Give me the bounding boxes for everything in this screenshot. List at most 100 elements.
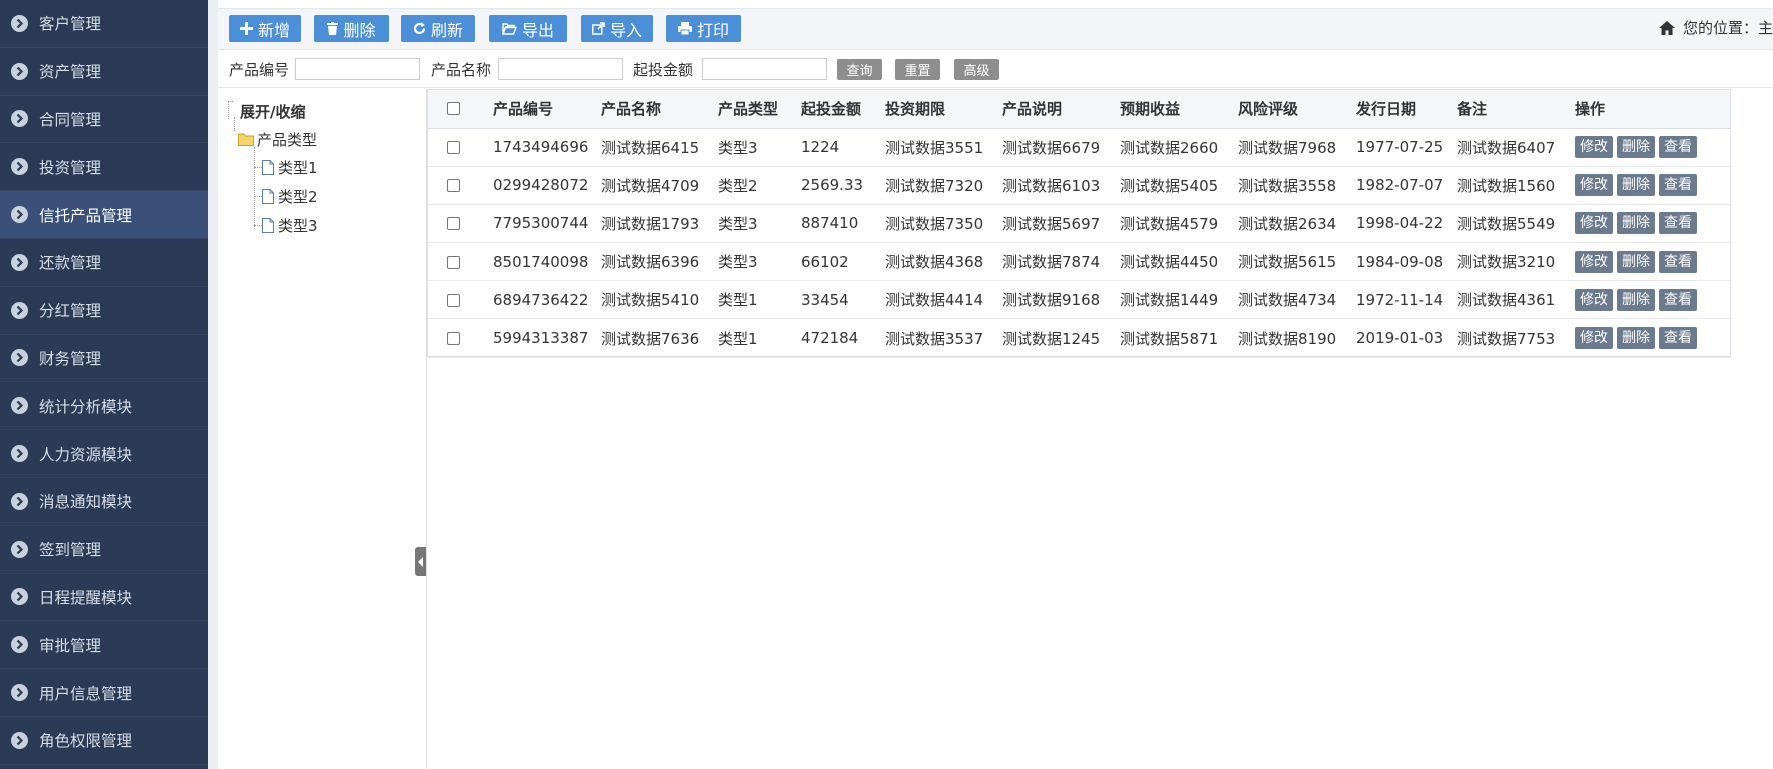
delete-row-button[interactable]: 删除 bbox=[1617, 212, 1655, 235]
table-row[interactable]: 8501740098 测试数据6396 类型3 66102 测试数据4368 测试数据78… bbox=[427, 242, 1731, 282]
table-cell: 测试数据3537 bbox=[879, 318, 996, 358]
row-checkbox[interactable] bbox=[447, 217, 460, 231]
edit-button[interactable]: 修改 bbox=[1575, 174, 1613, 197]
row-checkbox[interactable] bbox=[447, 255, 460, 269]
sidebar-item[interactable]: 人力资源模块 bbox=[0, 430, 208, 478]
sidebar-item[interactable]: 签到管理 bbox=[0, 526, 208, 574]
column-header[interactable]: 产品名称 bbox=[595, 89, 712, 129]
row-checkbox[interactable] bbox=[447, 141, 460, 155]
column-header[interactable]: 产品说明 bbox=[996, 89, 1114, 129]
sidebar-item[interactable]: 用户信息管理 bbox=[0, 669, 208, 717]
reset-button[interactable]: 重置 bbox=[895, 59, 940, 80]
sidebar-item[interactable]: 合同管理 bbox=[0, 96, 208, 144]
view-button[interactable]: 查看 bbox=[1659, 288, 1697, 311]
chevron-circle-right-icon bbox=[11, 540, 28, 558]
delete-row-button[interactable]: 删除 bbox=[1617, 174, 1655, 197]
sidebar-item[interactable]: 角色权限管理 bbox=[0, 717, 208, 765]
tree-node-label: 类型3 bbox=[278, 217, 318, 235]
sidebar-item-label: 合同管理 bbox=[39, 110, 102, 129]
tree-line bbox=[254, 147, 255, 229]
min-amount-input[interactable] bbox=[702, 58, 827, 80]
delete-row-button[interactable]: 删除 bbox=[1617, 136, 1655, 159]
edit-button[interactable]: 修改 bbox=[1575, 327, 1613, 350]
sidebar-item-label: 消息通知模块 bbox=[39, 493, 133, 512]
sidebar-item[interactable]: 审批管理 bbox=[0, 621, 208, 670]
refresh-button[interactable]: 刷新 bbox=[401, 15, 475, 42]
folder-open-icon bbox=[501, 22, 517, 35]
view-button[interactable]: 查看 bbox=[1659, 212, 1697, 235]
tree-node-product-type[interactable]: 产品类型 bbox=[238, 129, 317, 150]
column-header[interactable]: 投资期限 bbox=[879, 89, 996, 129]
column-header[interactable]: 备注 bbox=[1451, 89, 1569, 129]
table-cell: 1224 bbox=[795, 128, 879, 167]
tree-line bbox=[228, 101, 229, 119]
product-name-input[interactable] bbox=[498, 58, 623, 80]
sidebar-item[interactable]: 消息通知模块 bbox=[0, 478, 208, 526]
add-button[interactable]: 新增 bbox=[229, 15, 301, 42]
view-button[interactable]: 查看 bbox=[1659, 174, 1697, 197]
advanced-button[interactable]: 高级 bbox=[954, 59, 999, 80]
table-cell: 测试数据5615 bbox=[1232, 242, 1350, 282]
import-button[interactable]: 导入 bbox=[581, 15, 653, 42]
sidebar-item[interactable]: 信托产品管理 bbox=[0, 191, 208, 239]
edit-button[interactable]: 修改 bbox=[1575, 288, 1613, 311]
tree-node-type1[interactable]: 类型1 bbox=[262, 157, 318, 178]
table-header-row: 产品编号 产品名称 产品类型 起投金额 投资期限 产品说明 预期收益 风险评级 … bbox=[427, 89, 1731, 129]
table-cell: 887410 bbox=[795, 204, 879, 244]
row-checkbox[interactable] bbox=[447, 293, 460, 307]
edit-button[interactable]: 修改 bbox=[1575, 136, 1613, 159]
tree-expand-collapse-toggle[interactable]: 展开/收缩 bbox=[240, 101, 305, 122]
table-row[interactable]: 0299428072 测试数据4709 类型2 2569.33 测试数据7320 测试数据… bbox=[427, 166, 1731, 205]
table-row[interactable]: 6894736422 测试数据5410 类型1 33454 测试数据4414 测试数据91… bbox=[427, 280, 1731, 320]
delete-button[interactable]: 删除 bbox=[314, 15, 389, 42]
edit-button[interactable]: 修改 bbox=[1575, 212, 1613, 235]
table-cell: 测试数据3210 bbox=[1451, 242, 1569, 282]
view-button[interactable]: 查看 bbox=[1659, 250, 1697, 273]
sidebar-item[interactable]: 统计分析模块 bbox=[0, 382, 208, 431]
column-header[interactable]: 预期收益 bbox=[1114, 89, 1232, 129]
column-header[interactable]: 起投金额 bbox=[795, 89, 879, 129]
table-cell: 5994313387 bbox=[487, 318, 595, 358]
delete-row-button[interactable]: 删除 bbox=[1617, 327, 1655, 350]
tree-node-type2[interactable]: 类型2 bbox=[262, 186, 318, 207]
sidebar-item[interactable]: 分红管理 bbox=[0, 287, 208, 335]
table-row[interactable]: 7795300744 测试数据1793 类型3 887410 测试数据7350 测试数据5… bbox=[427, 204, 1731, 244]
delete-row-button[interactable]: 删除 bbox=[1617, 250, 1655, 273]
product-code-input[interactable] bbox=[295, 58, 420, 80]
table-cell: 1984-09-08 bbox=[1350, 242, 1451, 282]
view-button[interactable]: 查看 bbox=[1659, 327, 1697, 350]
query-button[interactable]: 查询 bbox=[837, 59, 882, 80]
column-header[interactable]: 发行日期 bbox=[1350, 89, 1451, 129]
row-checkbox[interactable] bbox=[447, 179, 460, 193]
sidebar-item[interactable]: 还款管理 bbox=[0, 239, 208, 287]
sidebar-item-label: 统计分析模块 bbox=[39, 397, 133, 416]
table-row[interactable]: 1743494696 测试数据6415 类型3 1224 测试数据3551 测试数据667… bbox=[427, 128, 1731, 167]
table-row[interactable]: 5994313387 测试数据7636 类型1 472184 测试数据3537 测试数据1… bbox=[427, 318, 1731, 358]
row-checkbox[interactable] bbox=[447, 332, 460, 346]
column-header[interactable]: 产品类型 bbox=[712, 89, 795, 129]
chevron-circle-right-icon bbox=[11, 253, 28, 271]
view-button[interactable]: 查看 bbox=[1659, 136, 1697, 159]
chevron-circle-right-icon bbox=[11, 397, 28, 415]
edit-button[interactable]: 修改 bbox=[1575, 250, 1613, 273]
sidebar-item[interactable]: 财务管理 bbox=[0, 335, 208, 383]
column-header[interactable]: 风险评级 bbox=[1232, 89, 1350, 129]
export-button[interactable]: 导出 bbox=[489, 15, 567, 42]
delete-row-button[interactable]: 删除 bbox=[1617, 288, 1655, 311]
select-all-checkbox[interactable] bbox=[447, 102, 460, 116]
sidebar-item-label: 信托产品管理 bbox=[39, 206, 133, 225]
sidebar-item-label: 财务管理 bbox=[39, 349, 102, 368]
import-label: 导入 bbox=[609, 20, 642, 40]
sidebar-item[interactable]: 资产管理 bbox=[0, 48, 208, 96]
sidebar-item[interactable]: 客户管理 bbox=[0, 0, 208, 48]
sidebar-item[interactable]: 投资管理 bbox=[0, 143, 208, 192]
print-button[interactable]: 打印 bbox=[666, 15, 741, 42]
column-header[interactable]: 产品编号 bbox=[487, 89, 595, 129]
sidebar-item[interactable]: 日程提醒模块 bbox=[0, 574, 208, 622]
chevron-circle-right-icon bbox=[11, 636, 28, 654]
sidebar: 客户管理 资产管理合同管理投资管理信托产品管理还款管理 分红管理财务管理统计分析模块… bbox=[0, 0, 208, 769]
table-cell: 类型2 bbox=[712, 166, 795, 205]
row-actions: 修改 删除 查看 bbox=[1569, 128, 1731, 167]
tree-node-type3[interactable]: 类型3 bbox=[262, 215, 318, 236]
panel-collapse-handle[interactable] bbox=[415, 547, 426, 576]
